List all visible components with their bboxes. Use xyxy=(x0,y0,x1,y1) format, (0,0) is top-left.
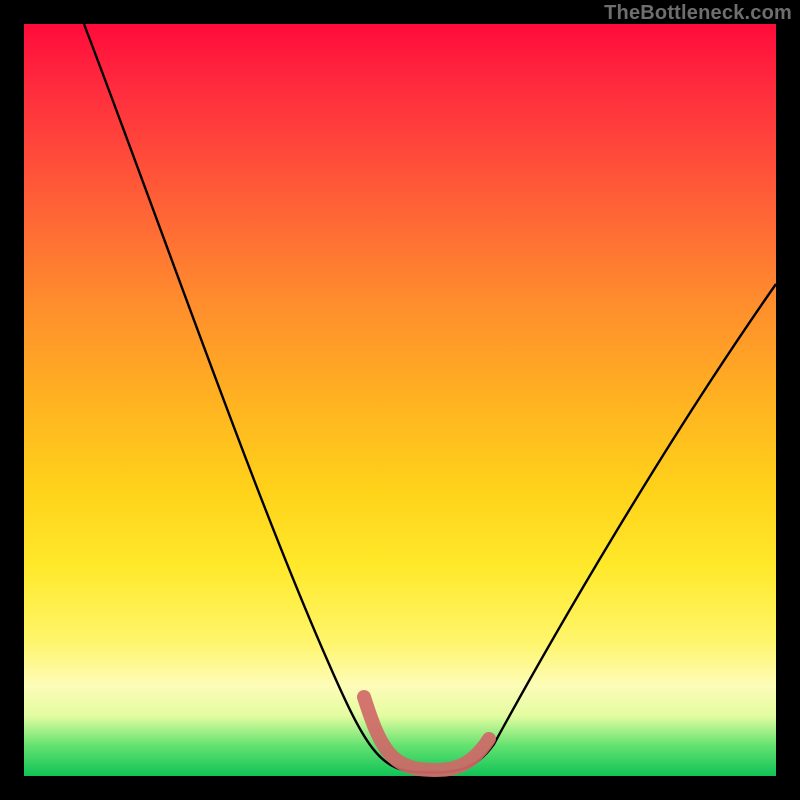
bottleneck-curve xyxy=(84,24,776,773)
curve-layer xyxy=(24,24,776,776)
chart-frame: TheBottleneck.com xyxy=(0,0,800,800)
plot-area xyxy=(24,24,776,776)
watermark-text: TheBottleneck.com xyxy=(604,2,792,25)
